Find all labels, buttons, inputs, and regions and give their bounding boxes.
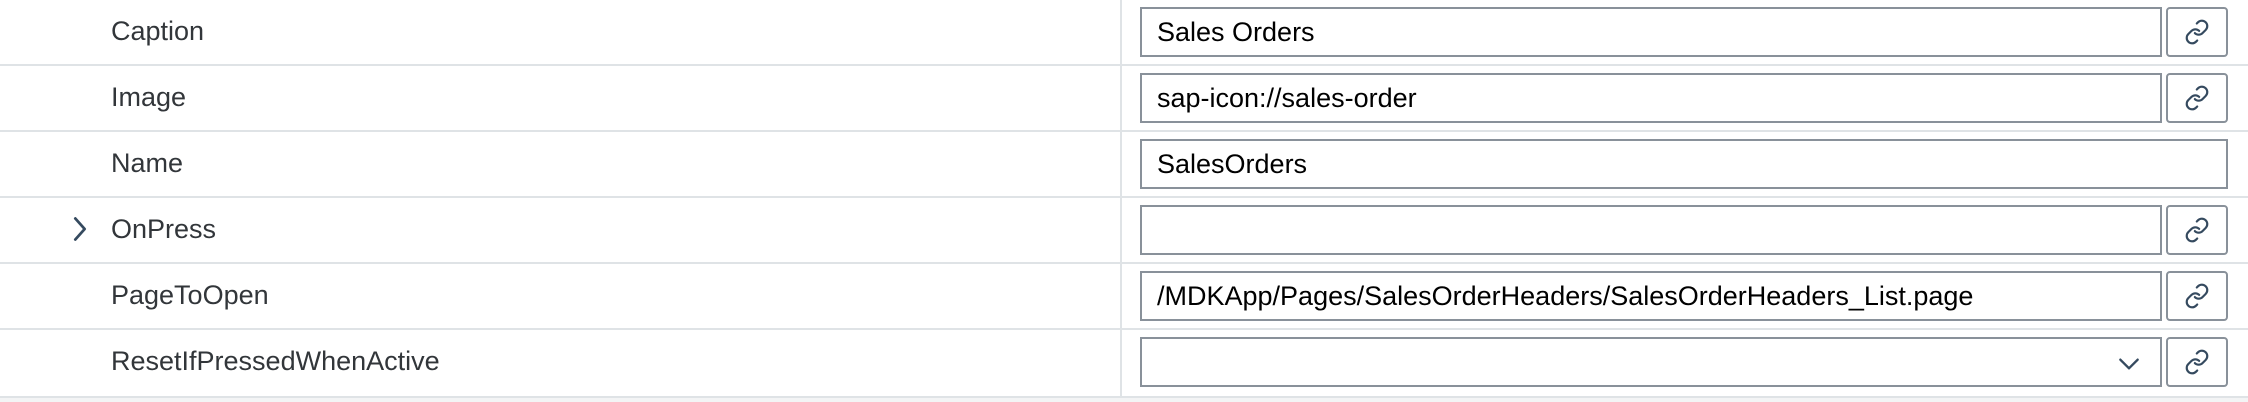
property-row-resetifpressedwhenactive: ResetIfPressedWhenActive bbox=[0, 330, 2248, 398]
property-row-name: Name SalesOrders bbox=[0, 132, 2248, 198]
link-icon bbox=[2185, 217, 2209, 243]
chevron-down-icon[interactable] bbox=[2116, 351, 2142, 377]
name-input[interactable]: SalesOrders bbox=[1140, 139, 2228, 189]
property-label: Caption bbox=[111, 16, 205, 46]
image-link-button[interactable] bbox=[2166, 73, 2228, 123]
property-label: OnPress bbox=[111, 214, 217, 244]
resetifpressedwhenactive-select[interactable] bbox=[1140, 337, 2162, 387]
grid-bottom-border bbox=[0, 396, 2248, 402]
column-divider bbox=[1120, 0, 1122, 398]
property-label: Name bbox=[111, 148, 184, 178]
onpress-input[interactable] bbox=[1140, 205, 2162, 255]
image-input[interactable]: sap-icon://sales-order bbox=[1140, 73, 2162, 123]
chevron-right-icon[interactable] bbox=[66, 215, 94, 243]
caption-input[interactable]: Sales Orders bbox=[1140, 7, 2162, 57]
link-icon bbox=[2185, 349, 2209, 375]
link-icon bbox=[2185, 283, 2209, 309]
property-grid: Caption Sales Orders Image sap-icon://sa… bbox=[0, 0, 2248, 402]
property-label: PageToOpen bbox=[111, 280, 269, 310]
pagetoopen-input[interactable]: /MDKApp/Pages/SalesOrderHeaders/SalesOrd… bbox=[1140, 271, 2162, 321]
link-icon bbox=[2185, 85, 2209, 111]
property-label: Image bbox=[111, 82, 187, 112]
resetifpressedwhenactive-link-button[interactable] bbox=[2166, 337, 2228, 387]
pagetoopen-link-button[interactable] bbox=[2166, 271, 2228, 321]
property-row-caption: Caption Sales Orders bbox=[0, 0, 2248, 66]
link-icon bbox=[2185, 19, 2209, 45]
property-label: ResetIfPressedWhenActive bbox=[111, 346, 440, 376]
onpress-link-button[interactable] bbox=[2166, 205, 2228, 255]
caption-link-button[interactable] bbox=[2166, 7, 2228, 57]
property-row-image: Image sap-icon://sales-order bbox=[0, 66, 2248, 132]
property-row-pagetoopen: PageToOpen /MDKApp/Pages/SalesOrderHeade… bbox=[0, 264, 2248, 330]
property-row-onpress: OnPress bbox=[0, 198, 2248, 264]
